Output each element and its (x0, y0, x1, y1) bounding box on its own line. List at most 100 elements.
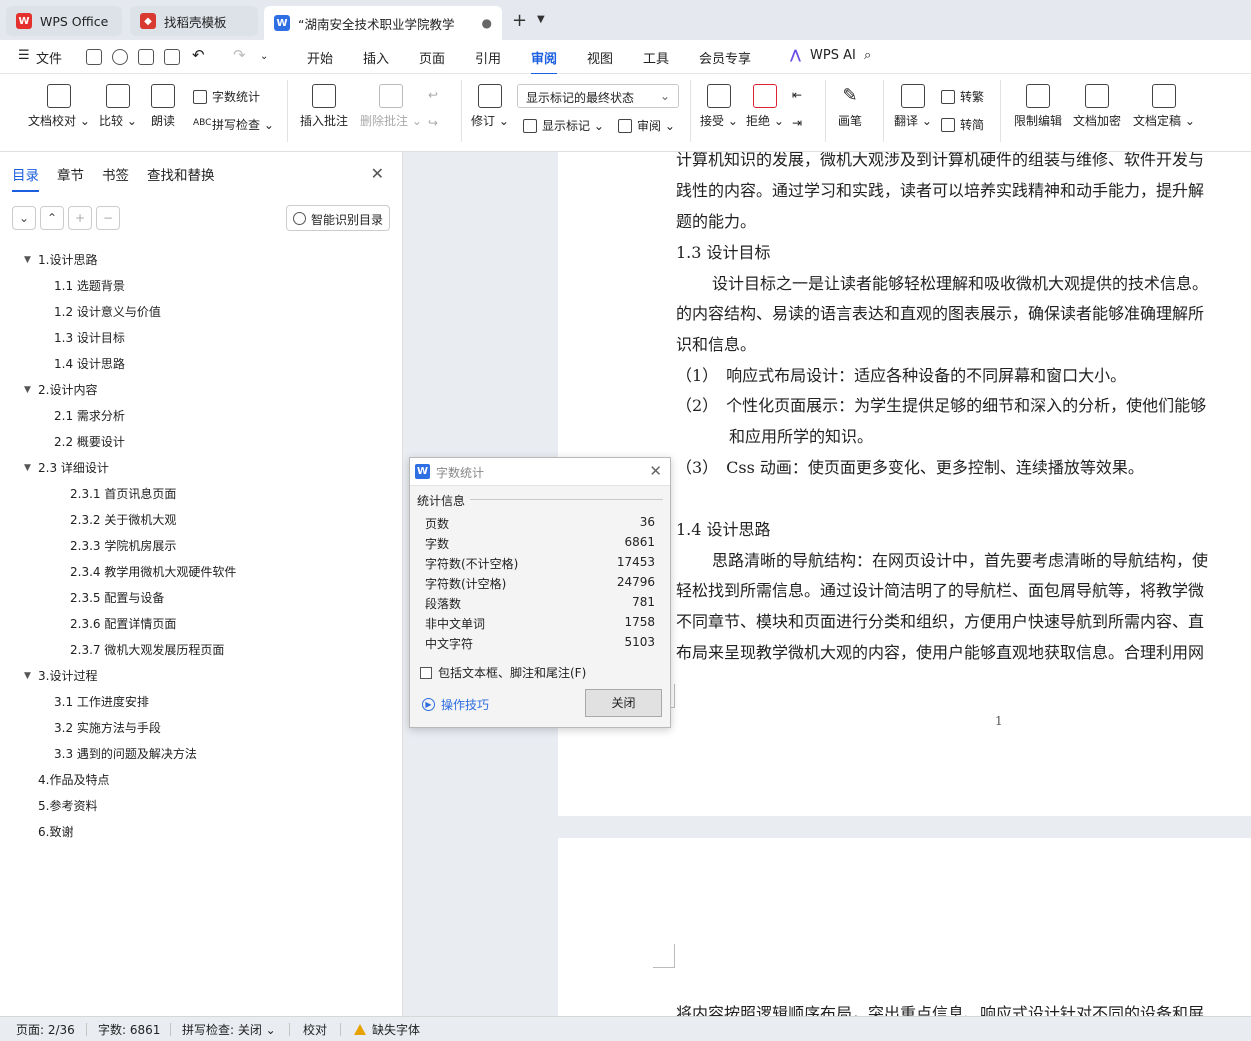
hamburger-icon[interactable]: ☰ (18, 48, 30, 63)
delete-comment-button[interactable]: 删除批注 ⌄ (360, 84, 422, 129)
menu-file[interactable]: 文件 (36, 48, 62, 67)
word-count-indicator[interactable]: 字数: 6861 (98, 1021, 160, 1038)
toc-item[interactable]: 3.1 工作进度安排 (0, 689, 403, 715)
toc-item[interactable]: 6.致谢 (0, 819, 403, 845)
print-preview-icon[interactable] (164, 49, 180, 65)
menu-review[interactable]: 审阅 (531, 48, 558, 75)
toc-item[interactable]: 3.2 实施方法与手段 (0, 715, 403, 741)
close-icon[interactable]: ✕ (649, 462, 662, 480)
to-traditional-button[interactable]: 转繁 (941, 88, 984, 105)
nav-tab-chapters[interactable]: 章节 (57, 164, 84, 192)
pen-button[interactable]: ✎ 画笔 (838, 84, 862, 129)
expand-triangle-icon[interactable]: ▼ (24, 377, 31, 403)
menu-member[interactable]: 会员专享 (699, 48, 751, 67)
menu-insert[interactable]: 插入 (363, 48, 389, 67)
menu-view[interactable]: 视图 (587, 48, 613, 67)
toc-item[interactable]: 5.参考资料 (0, 793, 403, 819)
finalize-button[interactable]: 文档定稿 ⌄ (1133, 84, 1195, 129)
toc-item[interactable]: 1.3 设计目标 (0, 325, 403, 351)
toc-item[interactable]: ▼ 1.设计思路 (0, 247, 403, 273)
revise-button[interactable]: 修订 ⌄ (471, 84, 509, 129)
new-tab-icon[interactable]: + (512, 10, 527, 31)
expand-triangle-icon[interactable]: ▼ (24, 455, 31, 481)
tab-close-icon[interactable]: ● (482, 16, 492, 30)
nav-tab-toc[interactable]: 目录 (12, 164, 39, 192)
nav-tab-find-replace[interactable]: 查找和替换 (147, 164, 215, 192)
undo-icon[interactable]: ↶ (192, 46, 205, 64)
close-button[interactable]: 关闭 (585, 689, 662, 717)
menu-home[interactable]: 开始 (307, 48, 333, 67)
next-change-icon[interactable]: ⇥ (792, 116, 802, 130)
display-mode-select[interactable]: 显示标记的最终状态 ⌄ (517, 84, 679, 108)
toc-item[interactable]: 3.3 遇到的问题及解决方法 (0, 741, 403, 767)
expand-triangle-icon[interactable]: ▼ (24, 663, 31, 689)
toc-item[interactable]: 4.作品及特点 (0, 767, 403, 793)
menu-reference[interactable]: 引用 (475, 48, 501, 67)
show-markup-button[interactable]: 显示标记 ⌄ (523, 117, 604, 134)
toc-item[interactable]: ▼ 2.设计内容 (0, 377, 403, 403)
toc-item[interactable]: 1.1 选题背景 (0, 273, 403, 299)
toc-item[interactable]: 2.3.5 配置与设备 (0, 585, 403, 611)
tab-document[interactable]: W “湖南安全技术职业学院教学 ● (264, 6, 502, 40)
missing-font-indicator[interactable]: 缺失字体 (354, 1021, 420, 1038)
toc-item[interactable]: 2.3.1 首页讯息页面 (0, 481, 403, 507)
word-count-button[interactable]: 字数统计 (193, 88, 260, 105)
chevron-down-icon[interactable]: ▼ (537, 14, 545, 25)
toc-item-label: 3.设计过程 (38, 669, 98, 683)
print-icon[interactable] (138, 49, 154, 65)
to-simplified-button[interactable]: 转简 (941, 116, 984, 133)
spell-check-button[interactable]: ABC 拼写检查 ⌄ (193, 116, 274, 133)
toc-item-label: 2.3.4 教学用微机大观硬件软件 (70, 565, 237, 579)
toc-item[interactable]: 2.3.2 关于微机大观 (0, 507, 403, 533)
tab-template[interactable]: ◆ 找稻壳模板 (130, 6, 258, 36)
toc-item[interactable]: 2.3.4 教学用微机大观硬件软件 (0, 559, 403, 585)
previous-change-icon[interactable]: ⇤ (792, 88, 802, 102)
toc-item[interactable]: 2.3.7 微机大观发展历程页面 (0, 637, 403, 663)
spell-check-indicator[interactable]: 拼写检查: 关闭 ⌄ (182, 1021, 276, 1038)
ribbon-separator (690, 80, 691, 142)
menu-wps-ai[interactable]: WPS AI (810, 48, 856, 63)
previous-comment-icon[interactable]: ↩ (428, 88, 438, 102)
collapse-up-button[interactable]: ⌃ (40, 206, 64, 230)
include-textbox-checkbox[interactable]: 包括文本框、脚注和尾注(F) (420, 664, 586, 681)
search-icon[interactable]: ⌕ (864, 48, 871, 63)
translate-button[interactable]: 翻译 ⌄ (894, 84, 932, 129)
expand-triangle-icon[interactable]: ▼ (24, 247, 31, 273)
menu-page[interactable]: 页面 (419, 48, 445, 67)
toc-item[interactable]: 2.2 概要设计 (0, 429, 403, 455)
toc-item[interactable]: 1.2 设计意义与价值 (0, 299, 403, 325)
toc-item[interactable]: 2.1 需求分析 (0, 403, 403, 429)
insert-comment-button[interactable]: 插入批注 (300, 84, 348, 129)
redo-icon[interactable]: ↷ (233, 46, 246, 64)
expand-down-button[interactable]: ⌄ (12, 206, 36, 230)
proofread-indicator[interactable]: 校对 (303, 1021, 327, 1038)
read-aloud-button[interactable]: 朗读 (151, 84, 175, 129)
smart-toc-button[interactable]: 智能识别目录 (286, 205, 390, 231)
remove-level-button[interactable]: − (96, 206, 120, 230)
next-comment-icon[interactable]: ↪ (428, 116, 438, 130)
wps-ai-icon[interactable]: ⋀ (790, 48, 801, 63)
close-icon[interactable]: ✕ (371, 164, 384, 183)
menu-tools[interactable]: 工具 (643, 48, 669, 67)
checkbox-box[interactable] (420, 666, 432, 679)
toc-item[interactable]: ▼ 2.3 详细设计 (0, 455, 403, 481)
toc-item[interactable]: 1.4 设计思路 (0, 351, 403, 377)
encrypt-button[interactable]: 文档加密 (1073, 84, 1121, 129)
share-icon[interactable] (112, 49, 128, 65)
toc-item[interactable]: ▼ 3.设计过程 (0, 663, 403, 689)
compare-button[interactable]: 比较 ⌄ (99, 84, 137, 129)
toc-item[interactable]: 2.3.6 配置详情页面 (0, 611, 403, 637)
add-level-button[interactable]: + (68, 206, 92, 230)
chevron-down-icon[interactable]: ⌄ (260, 51, 268, 62)
reject-button[interactable]: 拒绝 ⌄ (746, 84, 784, 129)
save-icon[interactable] (86, 49, 102, 65)
tab-wps-office[interactable]: W WPS Office (6, 6, 122, 36)
accept-button[interactable]: 接受 ⌄ (700, 84, 738, 129)
toc-item[interactable]: 2.3.3 学院机房展示 (0, 533, 403, 559)
tips-link[interactable]: ▶ 操作技巧 (422, 696, 489, 713)
restrict-edit-button[interactable]: 限制编辑 (1014, 84, 1062, 129)
page-indicator[interactable]: 页面: 2/36 (16, 1021, 75, 1038)
review-pane-button[interactable]: 审阅 ⌄ (618, 117, 675, 134)
doc-proofread-button[interactable]: 文档校对 ⌄ (28, 84, 90, 129)
nav-tab-bookmarks[interactable]: 书签 (102, 164, 129, 192)
